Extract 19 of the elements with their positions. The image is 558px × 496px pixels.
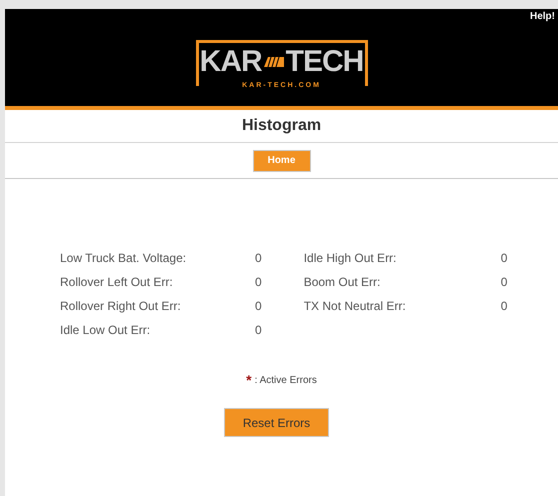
legend-text: : Active Errors (254, 374, 317, 386)
error-count: 0 (255, 322, 262, 336)
error-count: 0 (255, 298, 262, 312)
error-count: 0 (500, 250, 508, 264)
error-count: 0 (500, 274, 508, 288)
error-count: 0 (500, 298, 508, 312)
error-label: Idle High Out Err: (304, 250, 398, 264)
error-label: Idle Low Out Err: (60, 322, 152, 336)
error-count: 0 (255, 274, 262, 288)
page-title: Histogram (242, 117, 322, 135)
error-label: Low Truck Bat. Voltage: (60, 250, 188, 264)
error-label: Rollover Right Out Err: (60, 298, 182, 312)
reset-errors-button[interactable]: Reset Errors (224, 408, 329, 437)
error-label: Rollover Left Out Err: (60, 274, 174, 288)
error-label: TX Not Neutral Err: (304, 298, 407, 312)
active-error-symbol: * (246, 372, 252, 388)
error-count: 0 (255, 250, 262, 264)
error-label: Boom Out Err: (304, 274, 382, 288)
help-link[interactable]: Help! (530, 11, 555, 25)
